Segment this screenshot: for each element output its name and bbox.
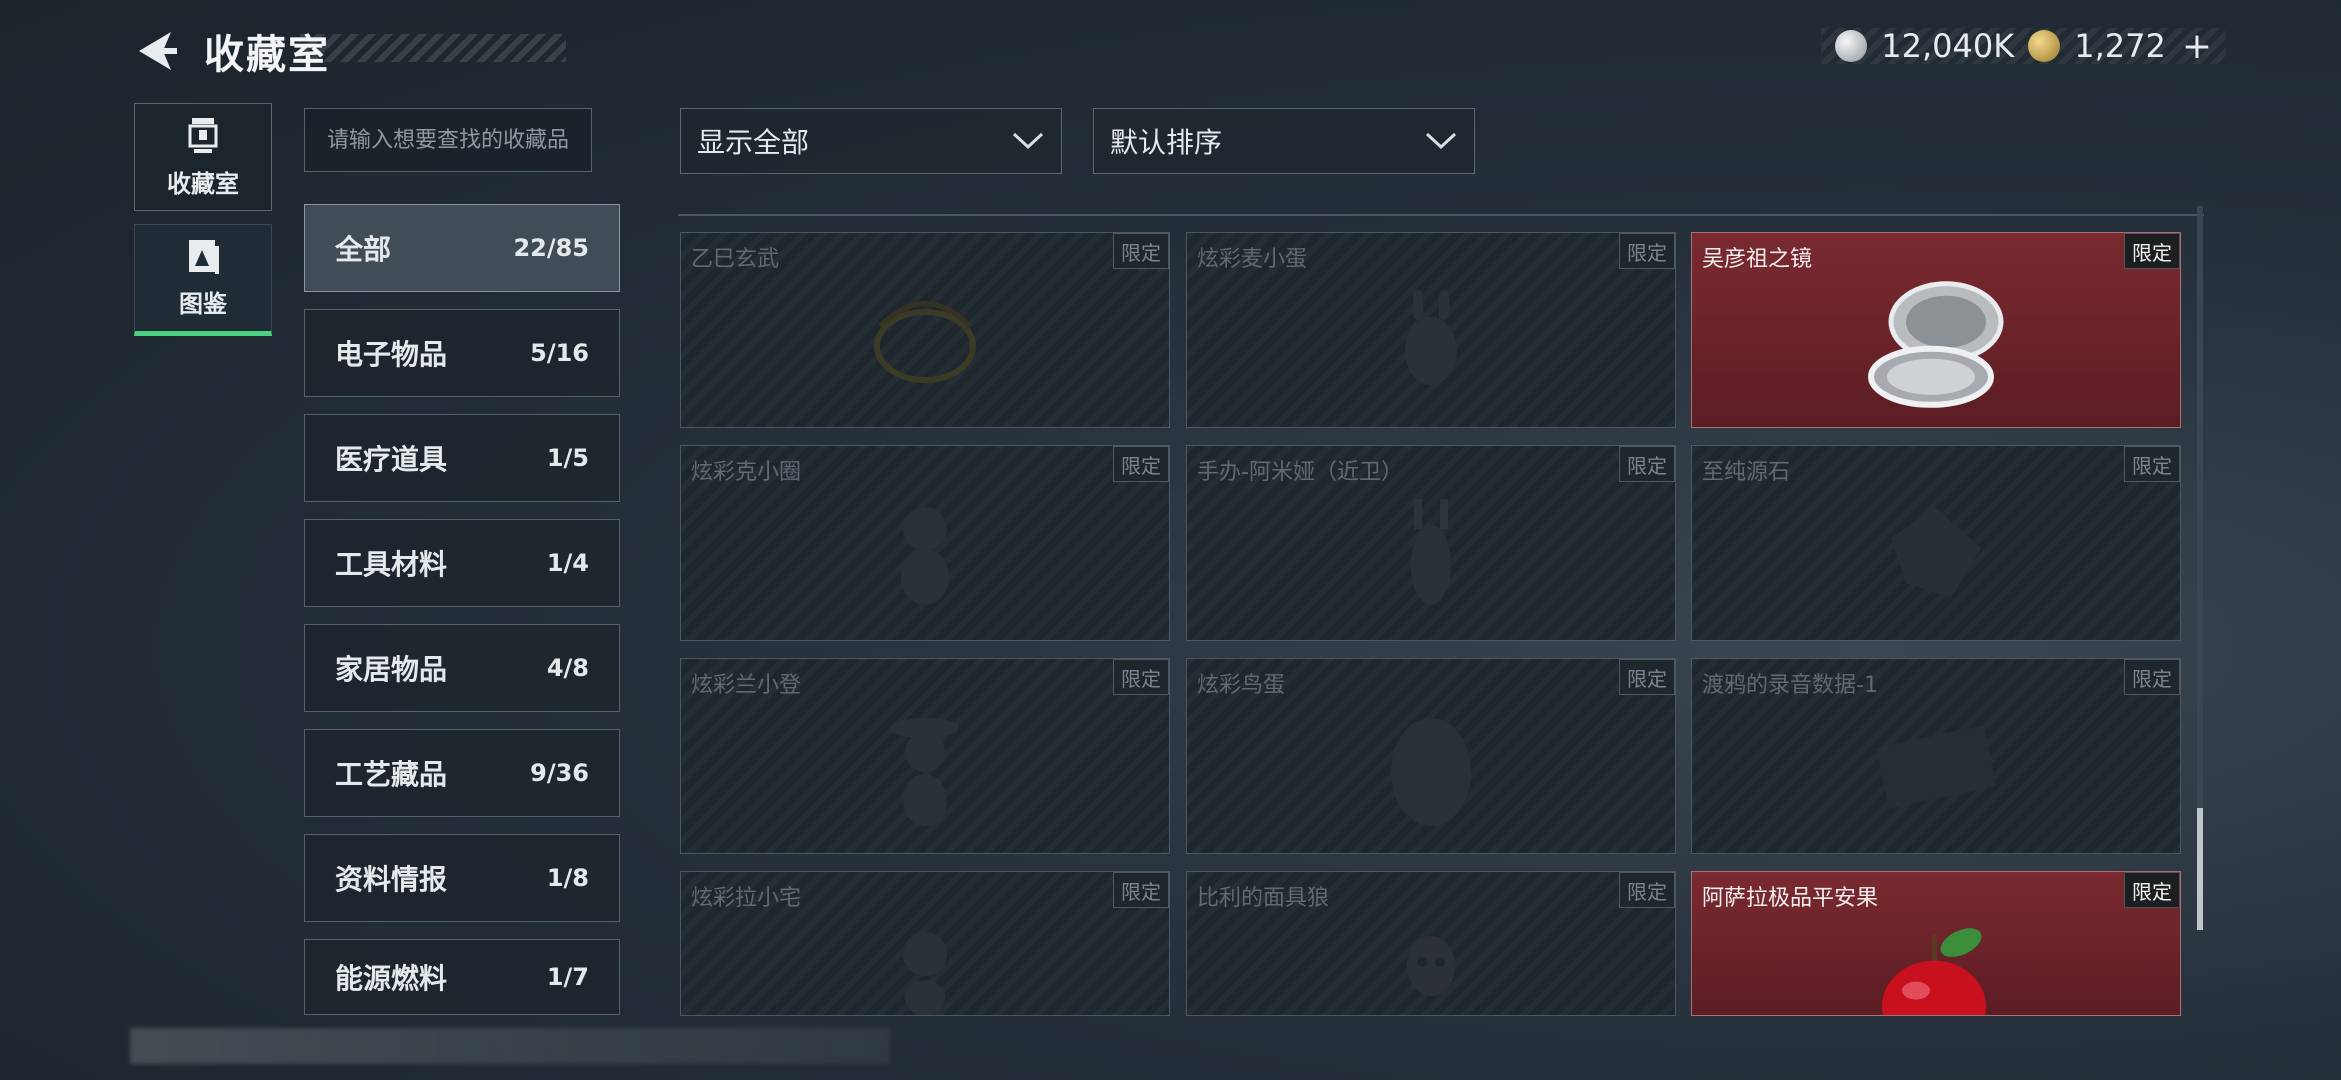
- limited-badge: 限定: [1113, 659, 1169, 695]
- item-card[interactable]: 炫彩拉小宅 限定: [680, 871, 1170, 1016]
- trophy-icon: [188, 117, 218, 153]
- category-count: 5/16: [530, 339, 589, 367]
- filter-dropdown[interactable]: 显示全部: [680, 108, 1062, 174]
- compact-mirror-icon: [1868, 281, 2004, 408]
- category-name: 能源燃料: [335, 962, 448, 995]
- item-name: 炫彩麦小蛋: [1197, 247, 1308, 272]
- category-crafts[interactable]: 工艺藏品 9/36: [304, 729, 620, 817]
- back-button[interactable]: [135, 28, 181, 74]
- category-fuel[interactable]: 能源燃料 1/7: [304, 939, 620, 1015]
- limited-badge: 限定: [2124, 446, 2180, 482]
- item-card[interactable]: 炫彩麦小蛋 限定: [1186, 232, 1676, 428]
- category-all[interactable]: 全部 22/85: [304, 204, 620, 292]
- item-card[interactable]: 至纯源石 限定: [1691, 445, 2181, 641]
- category-name: 电子物品: [335, 338, 448, 371]
- category-count: 22/85: [513, 234, 589, 262]
- limited-badge: 限定: [2124, 659, 2180, 695]
- category-name: 医疗道具: [335, 443, 448, 476]
- nav-label: 收藏室: [167, 169, 239, 198]
- item-name: 至纯源石: [1702, 460, 1791, 485]
- recorder-icon: [1875, 725, 1997, 809]
- content-divider: [678, 214, 2204, 216]
- filter-value: 显示全部: [697, 126, 810, 159]
- chevron-down-icon: [1425, 132, 1457, 150]
- silver-amount: 12,040K: [1881, 27, 2015, 65]
- item-card[interactable]: 手办-阿米娅（近卫） 限定: [1186, 445, 1676, 641]
- item-name: 炫彩鸟蛋: [1197, 673, 1286, 698]
- category-electronics[interactable]: 电子物品 5/16: [304, 309, 620, 397]
- limited-badge: 限定: [1619, 446, 1675, 482]
- limited-badge: 限定: [2124, 233, 2180, 269]
- turtle-figure-icon: [874, 301, 976, 383]
- category-count: 1/8: [546, 864, 589, 892]
- nav-catalog[interactable]: 图鉴: [134, 224, 272, 336]
- category-count: 9/36: [530, 759, 589, 787]
- category-name: 全部: [335, 233, 392, 266]
- item-card[interactable]: 阿萨拉极品平安果 限定: [1691, 871, 2181, 1016]
- silver-coin-icon: [1835, 30, 1868, 62]
- crystal-icon: [1891, 508, 1981, 598]
- toy-figure-icon: [903, 931, 947, 1015]
- figurine-icon: [1411, 499, 1451, 605]
- bottom-blurred-bar: [130, 1028, 890, 1064]
- item-card[interactable]: 炫彩鸟蛋 限定: [1186, 658, 1676, 854]
- limited-badge: 限定: [1619, 233, 1675, 269]
- limited-badge: 限定: [1113, 233, 1169, 269]
- gold-coin-icon: [2028, 30, 2061, 62]
- category-count: 1/5: [546, 444, 589, 472]
- nav-collection-room[interactable]: 收藏室: [134, 103, 272, 211]
- apple-icon: [1882, 927, 1986, 1015]
- toy-figure-icon: [891, 718, 959, 826]
- category-count: 1/7: [546, 963, 589, 991]
- category-medical[interactable]: 医疗道具 1/5: [304, 414, 620, 502]
- item-card[interactable]: 炫彩克小圈 限定: [680, 445, 1170, 641]
- add-currency-button[interactable]: +: [2182, 26, 2212, 67]
- nav-label: 图鉴: [179, 289, 227, 318]
- item-name: 乙巳玄武: [691, 247, 780, 272]
- category-name: 资料情报: [335, 863, 448, 896]
- limited-badge: 限定: [1619, 872, 1675, 908]
- catalog-icon: [189, 239, 219, 274]
- category-name: 工具材料: [335, 548, 448, 581]
- currency-bar[interactable]: 12,040K 1,272 +: [1821, 26, 2226, 67]
- egg-icon: [1391, 718, 1471, 826]
- gold-amount: 1,272: [2074, 27, 2166, 65]
- title-decoration: [300, 34, 566, 62]
- mask-icon: [1407, 935, 1455, 996]
- sort-value: 默认排序: [1110, 126, 1223, 159]
- category-count: 1/4: [546, 549, 589, 577]
- item-name: 炫彩拉小宅: [691, 886, 802, 911]
- toy-figure-icon: [901, 507, 949, 605]
- item-name: 吴彦祖之镜: [1702, 247, 1813, 272]
- item-card[interactable]: 吴彦祖之镜 限定: [1691, 232, 2181, 428]
- search-input[interactable]: [304, 108, 592, 172]
- back-arrow-icon: [139, 32, 177, 70]
- chevron-down-icon: [1012, 132, 1044, 150]
- item-name: 炫彩克小圈: [691, 460, 802, 485]
- category-name: 工艺藏品: [335, 758, 448, 791]
- item-card[interactable]: 炫彩兰小登 限定: [680, 658, 1170, 854]
- limited-badge: 限定: [1113, 872, 1169, 908]
- toy-figure-icon: [1405, 290, 1457, 385]
- limited-badge: 限定: [1113, 446, 1169, 482]
- category-name: 家居物品: [335, 653, 448, 686]
- category-count: 4/8: [546, 654, 589, 682]
- category-tools[interactable]: 工具材料 1/4: [304, 519, 620, 607]
- category-intel[interactable]: 资料情报 1/8: [304, 834, 620, 922]
- item-name: 手办-阿米娅（近卫）: [1197, 460, 1403, 485]
- item-name: 比利的面具狼: [1197, 886, 1330, 911]
- item-card[interactable]: 渡鸦的录音数据-1 限定: [1691, 658, 2181, 854]
- item-name: 炫彩兰小登: [691, 673, 802, 698]
- limited-badge: 限定: [1619, 659, 1675, 695]
- item-name: 渡鸦的录音数据-1: [1702, 673, 1878, 698]
- category-household[interactable]: 家居物品 4/8: [304, 624, 620, 712]
- scrollbar-thumb[interactable]: [2197, 808, 2203, 930]
- item-name: 阿萨拉极品平安果: [1702, 886, 1879, 911]
- item-card[interactable]: 乙巳玄武 限定: [680, 232, 1170, 428]
- sort-dropdown[interactable]: 默认排序: [1093, 108, 1475, 174]
- limited-badge: 限定: [2124, 872, 2180, 908]
- item-card[interactable]: 比利的面具狼 限定: [1186, 871, 1676, 1016]
